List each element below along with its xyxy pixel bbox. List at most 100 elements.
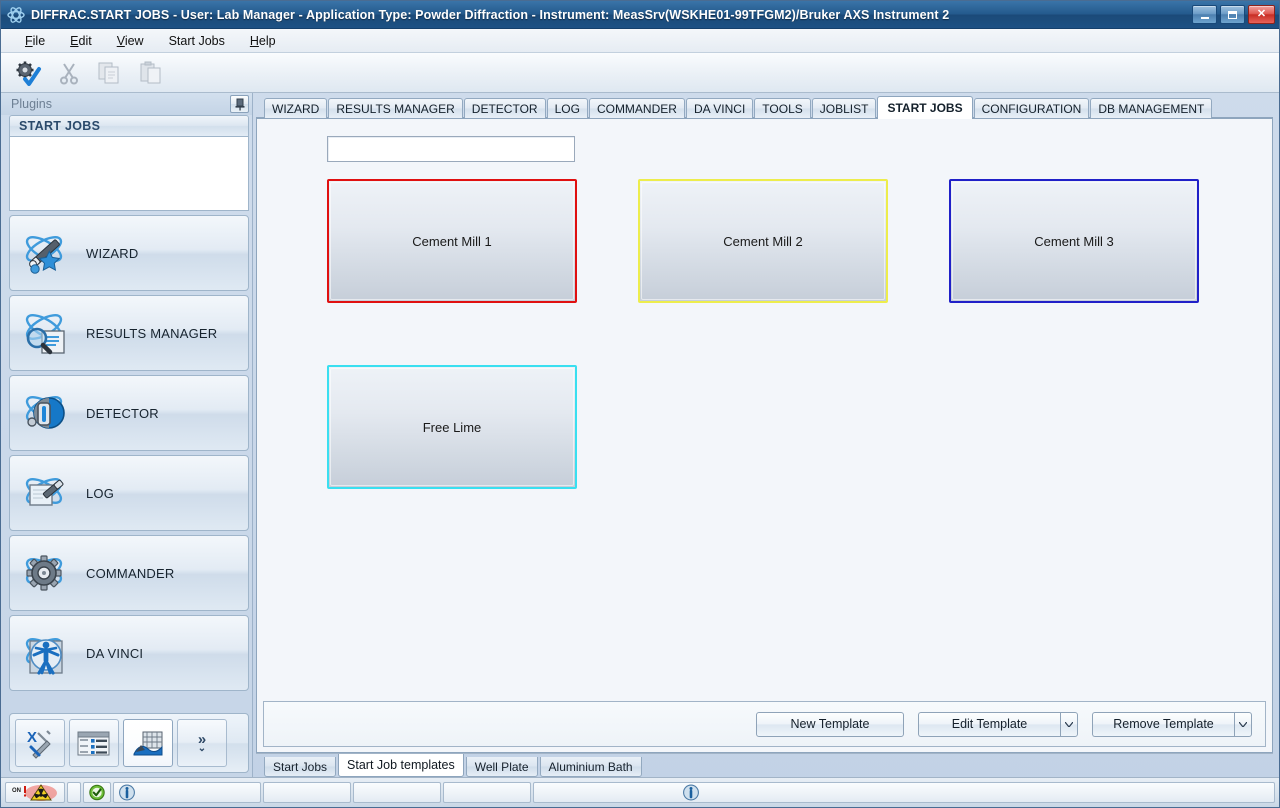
sidebar-job-list[interactable]: [9, 137, 249, 211]
paste-icon: [134, 58, 168, 88]
status-bar: ON: [1, 777, 1279, 807]
commander-icon: [20, 547, 72, 599]
new-template-wrap: New Template: [756, 711, 904, 737]
sidebar-item-label-log: LOG: [86, 485, 115, 501]
plugins-header: Plugins: [1, 93, 252, 115]
plugins-title: Plugins: [11, 97, 52, 111]
title-bar: DIFFRAC.START JOBS - User: Lab Manager -…: [1, 1, 1279, 29]
sidebar-item-wizard[interactable]: WIZARD: [9, 215, 249, 291]
menu-item-view[interactable]: View: [105, 31, 157, 51]
sidebar-item-label-da-vinci: DA VINCI: [86, 645, 144, 661]
content-area: Cement Mill 1 Cement Mill 2 Cement Mill …: [256, 118, 1273, 753]
view-tabstrip: Start Jobs Start Job templates Well Plat…: [256, 753, 1273, 777]
menu-label-edit-rest: dit: [78, 33, 92, 48]
joblist-icon[interactable]: [69, 719, 119, 767]
template-canvas: Cement Mill 1 Cement Mill 2 Cement Mill …: [257, 119, 1272, 701]
tab-tools[interactable]: TOOLS: [754, 98, 811, 118]
sidebar-item-log[interactable]: LOG: [9, 455, 249, 531]
new-template-button[interactable]: New Template: [756, 711, 904, 737]
tab-start-jobs[interactable]: START JOBS: [877, 96, 973, 119]
window-title: DIFFRAC.START JOBS - User: Lab Manager -…: [31, 7, 950, 22]
start-jobs-icon[interactable]: [123, 719, 173, 767]
edit-template-button[interactable]: Edit Template: [918, 711, 1060, 737]
template-cell: Cement Mill 1: [327, 179, 577, 303]
svg-text:ON: ON: [12, 788, 21, 794]
tab-detector[interactable]: DETECTOR: [463, 98, 546, 118]
template-button-cement-mill-2[interactable]: Cement Mill 2: [638, 179, 888, 303]
edit-template-dropdown-arrow[interactable]: [1060, 711, 1078, 737]
menu-label-view-rest: iew: [124, 33, 144, 48]
menu-item-start-jobs[interactable]: Start Jobs: [157, 31, 238, 51]
tab-da-vinci[interactable]: DA VINCI: [685, 98, 754, 118]
template-button-cement-mill-3[interactable]: Cement Mill 3: [949, 179, 1199, 303]
more-chevron-icon[interactable]: » ⌄: [177, 719, 227, 767]
sidebar-toolstrip: X » ⌄: [9, 713, 249, 773]
bottom-tab-aluminium-bath[interactable]: Aluminium Bath: [539, 757, 642, 777]
info-icon: [683, 784, 699, 801]
settings-check-icon[interactable]: [11, 58, 45, 88]
template-button-cement-mill-1[interactable]: Cement Mill 1: [327, 179, 577, 303]
remove-template-wrap: Remove Template: [1092, 711, 1252, 737]
status-cell-info-2[interactable]: [533, 782, 1275, 803]
template-label: Cement Mill 1: [412, 233, 492, 249]
status-cell-info-1[interactable]: [113, 782, 261, 803]
bottom-tab-start-job-templates[interactable]: Start Job templates: [338, 754, 464, 777]
plugins-sidebar: Plugins START JOBS WIZARD RESULTS MANAGE…: [1, 93, 253, 777]
status-cell-spacer-1: [67, 782, 81, 803]
detector-icon: [20, 387, 72, 439]
pin-icon[interactable]: [230, 95, 249, 113]
info-icon: [119, 784, 135, 801]
cut-icon: [52, 58, 86, 88]
template-label: Cement Mill 2: [723, 233, 803, 249]
sidebar-item-results-manager[interactable]: RESULTS MANAGER: [9, 295, 249, 371]
bottom-tab-well-plate[interactable]: Well Plate: [465, 757, 538, 777]
sidebar-group-start-jobs: START JOBS: [9, 115, 249, 137]
template-name-input[interactable]: [327, 136, 575, 162]
menu-item-edit[interactable]: Edit: [58, 31, 105, 51]
tab-commander[interactable]: COMMANDER: [588, 98, 685, 118]
maximize-button[interactable]: [1220, 5, 1245, 24]
menu-label-help-rest: elp: [258, 33, 276, 48]
template-label: Free Lime: [422, 419, 482, 435]
tab-results-manager[interactable]: RESULTS MANAGER: [328, 98, 463, 118]
status-cell-ok[interactable]: [83, 782, 111, 803]
menu-item-help[interactable]: Help: [238, 31, 289, 51]
da-vinci-icon: [20, 627, 72, 679]
template-cell: Cement Mill 3: [949, 179, 1199, 303]
xray-tools-icon[interactable]: X: [15, 719, 65, 767]
status-cell-spacer-2: [263, 782, 351, 803]
close-button[interactable]: ✕: [1248, 5, 1275, 24]
plugin-stack: START JOBS WIZARD RESULTS MANAGER DETECT…: [1, 115, 252, 708]
template-cell: Cement Mill 2: [638, 179, 888, 303]
tab-joblist[interactable]: JOBLIST: [811, 98, 877, 118]
menu-bar: File Edit View Start Jobs Help: [1, 29, 1279, 53]
template-button-free-lime[interactable]: Free Lime: [327, 365, 577, 489]
application-window: DIFFRAC.START JOBS - User: Lab Manager -…: [0, 0, 1280, 808]
radiation-warning-icon: ON: [12, 784, 57, 801]
sidebar-item-detector[interactable]: DETECTOR: [9, 375, 249, 451]
template-action-bar: New Template Edit Template Remove Templa…: [263, 701, 1266, 747]
sidebar-item-label-wizard: WIZARD: [86, 245, 139, 261]
tab-configuration[interactable]: CONFIGURATION: [973, 98, 1090, 118]
status-cell-radiation[interactable]: ON: [5, 782, 65, 803]
tab-db-management[interactable]: DB MANAGEMENT: [1090, 98, 1213, 118]
menu-label-file-rest: ile: [32, 33, 46, 48]
remove-template-dropdown-arrow[interactable]: [1234, 711, 1252, 737]
menu-label-start-jobs: Start Jobs: [168, 33, 225, 48]
body-split: Plugins START JOBS WIZARD RESULTS MANAGE…: [1, 93, 1279, 777]
copy-icon: [93, 58, 127, 88]
wizard-icon: [20, 227, 72, 279]
atom-icon: [7, 6, 25, 24]
minimize-button[interactable]: [1192, 5, 1217, 24]
remove-template-button[interactable]: Remove Template: [1092, 711, 1234, 737]
bottom-tab-start-jobs[interactable]: Start Jobs: [264, 757, 337, 777]
check-ok-icon: [89, 784, 105, 801]
menu-item-file[interactable]: File: [13, 31, 58, 51]
sidebar-item-label-results-manager: RESULTS MANAGER: [86, 325, 218, 341]
edit-template-wrap: Edit Template: [918, 711, 1078, 737]
tab-log[interactable]: LOG: [546, 98, 588, 118]
tab-wizard[interactable]: WIZARD: [264, 98, 328, 118]
sidebar-item-da-vinci[interactable]: DA VINCI: [9, 615, 249, 691]
sidebar-item-commander[interactable]: COMMANDER: [9, 535, 249, 611]
module-tabstrip: WIZARD RESULTS MANAGER DETECTOR LOG COMM…: [256, 96, 1273, 119]
